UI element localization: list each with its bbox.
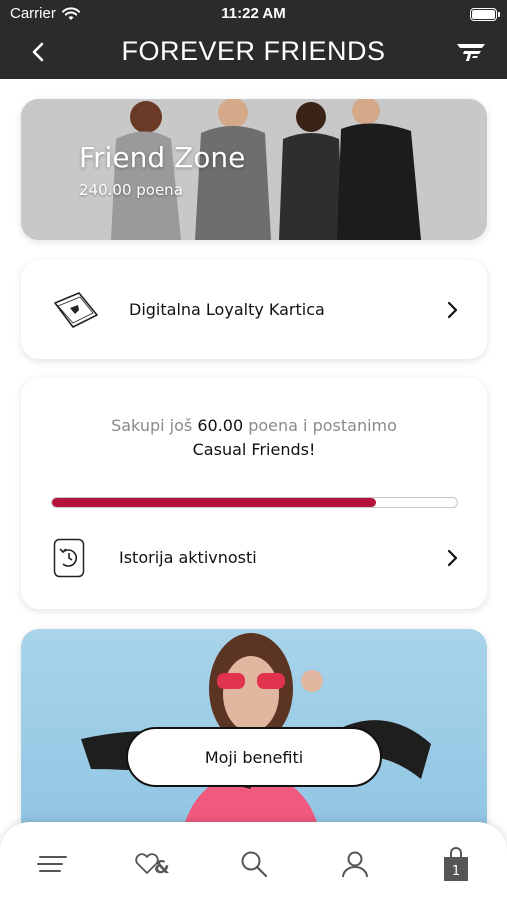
benefits-banner: Moji benefiti <box>21 629 487 839</box>
tab-wishlist[interactable]: & <box>131 842 175 886</box>
friend-zone-banner[interactable]: Friend Zone 240.00 poena <box>21 99 487 240</box>
loyalty-card-icon <box>54 292 98 328</box>
progress-message: Sakupi još 60.00 poena i postanimo Casua… <box>21 414 487 462</box>
loyalty-card-label: Digitalna Loyalty Kartica <box>129 300 325 319</box>
tab-cart[interactable]: 1 <box>434 842 478 886</box>
tab-menu[interactable] <box>30 842 74 886</box>
tab-bar: & 1 <box>0 822 507 900</box>
profile-icon <box>342 851 368 878</box>
page-title: FOREVER FRIENDS <box>121 36 386 66</box>
cart-icon: 1 <box>444 847 468 881</box>
history-icon <box>53 538 85 578</box>
status-bar: Carrier 11:22 AM <box>0 0 507 28</box>
progress-card: Sakupi još 60.00 poena i postanimo Casua… <box>21 378 487 609</box>
friend-zone-title: Friend Zone <box>79 141 246 174</box>
battery-icon <box>470 8 500 21</box>
brand-logo-icon[interactable] <box>455 41 487 63</box>
wishlist-icon: & <box>135 853 170 877</box>
app-header: Carrier 11:22 AM FOREVER FRIENDS <box>0 0 507 79</box>
activity-history-label: Istorija aktivnosti <box>119 548 257 567</box>
loyalty-card-row[interactable]: Digitalna Loyalty Kartica <box>21 260 487 359</box>
friend-zone-points: 240.00 poena <box>79 181 183 199</box>
progress-bar <box>51 497 458 508</box>
cart-count: 1 <box>452 864 460 879</box>
main-content: Friend Zone 240.00 poena Digitalna Loyal… <box>0 79 507 900</box>
search-icon <box>241 851 268 878</box>
points-needed: 60.00 <box>197 416 244 435</box>
chevron-right-icon <box>447 301 458 318</box>
status-time: 11:22 AM <box>221 5 286 22</box>
svg-text:&: & <box>154 857 170 877</box>
tab-profile[interactable] <box>333 842 377 886</box>
tab-search[interactable] <box>232 842 276 886</box>
progress-suffix: poena i postanimo <box>248 416 397 435</box>
progress-prefix: Sakupi još <box>111 416 193 435</box>
my-benefits-button[interactable]: Moji benefiti <box>126 727 382 787</box>
progress-bar-fill <box>52 498 376 507</box>
next-level-name: Casual Friends! <box>192 440 316 459</box>
menu-icon <box>37 856 67 872</box>
activity-history-row[interactable]: Istorija aktivnosti <box>21 528 487 588</box>
chevron-right-icon <box>447 549 458 567</box>
